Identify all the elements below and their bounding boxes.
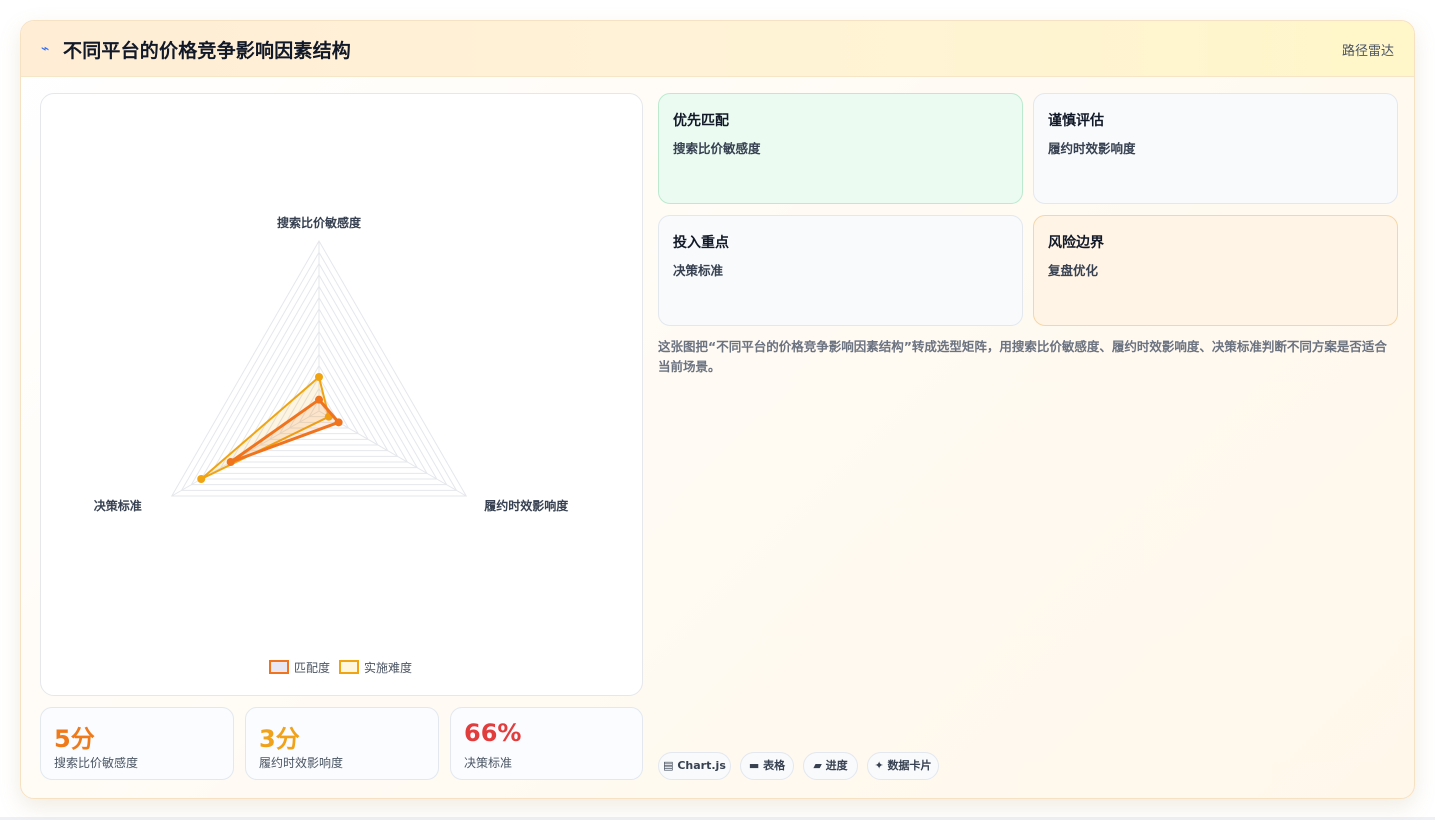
tile-investment-focus: 投入重点 决策标准	[658, 215, 1023, 326]
radar-data-point	[226, 458, 235, 466]
sparkle-icon: ✦	[874, 759, 884, 772]
chip-chartjs[interactable]: ▤ Chart.js	[658, 752, 731, 780]
radar-chart-panel: 搜索比价敏感度履约时效影响度 决策标准匹配度 实施难度	[40, 93, 643, 696]
tile-title: 投入重点	[673, 235, 729, 251]
chip-data-card[interactable]: ✦ 数据卡片	[867, 752, 939, 780]
kpi-value: 3分	[259, 725, 300, 753]
legend-swatch	[269, 660, 289, 674]
chip-progress[interactable]: ▰ 进度	[803, 752, 858, 780]
mode-label: 路径雷达	[1341, 44, 1394, 59]
tile-title: 谨慎评估	[1048, 113, 1104, 129]
page-title: 不同平台的价格竞争影响因素结构	[63, 40, 352, 62]
kpi-card-search: 5分 搜索比价敏感度	[40, 707, 234, 780]
radar-axis-label: 搜索比价敏感度	[277, 215, 362, 230]
radar-data-point	[315, 373, 323, 381]
chip-label: 数据卡片	[887, 759, 932, 772]
tile-careful-evaluation: 谨慎评估 履约时效影响度	[1033, 93, 1398, 204]
card-header: ⌁ 不同平台的价格竞争影响因素结构 路径雷达	[21, 21, 1414, 77]
table-icon: ▬	[748, 759, 760, 772]
radar-data-point	[315, 395, 323, 404]
radar-data-point	[197, 475, 206, 483]
tile-risk-boundary: 风险边界 复盘优化	[1033, 215, 1398, 326]
chip-label: Chart.js	[677, 759, 726, 772]
kpi-card-fulfillment: 3分 履约时效影响度	[245, 707, 439, 780]
pulse-icon: ⌁	[41, 41, 50, 57]
kpi-value: 66%	[464, 719, 522, 747]
kpi-value: 5分	[54, 725, 95, 753]
tile-title: 风险边界	[1048, 235, 1104, 251]
tile-priority-match: 优先匹配 搜索比价敏感度	[658, 93, 1023, 204]
radar-data-point	[334, 418, 343, 427]
radar-axis-label: 决策标准	[94, 498, 142, 513]
chip-table[interactable]: ▬ 表格	[740, 752, 794, 780]
chip-label: 进度	[825, 759, 848, 772]
chip-label: 表格	[763, 759, 786, 772]
chart-description: 这张图把“不同平台的价格竞争影响因素结构”转成选型矩阵，用搜索比价敏感度、履约时…	[658, 339, 1387, 374]
progress-icon: ▰	[813, 759, 822, 772]
dashboard-card: ⌁ 不同平台的价格竞争影响因素结构 路径雷达 搜索比价敏感度 履约时效影响度 决策标…	[20, 20, 1415, 799]
radar-axis-label: 履约时效影响度	[483, 498, 569, 513]
kpi-label: 履约时效影响度	[259, 756, 344, 770]
legend-label: 匹配度	[294, 660, 330, 675]
kpi-card-decision: 66% 决策标准	[450, 707, 643, 780]
legend-label: 实施难度	[364, 660, 412, 675]
tile-text: 履约时效影响度	[1048, 141, 1136, 156]
kpi-label: 搜索比价敏感度	[54, 756, 139, 770]
legend-swatch	[339, 660, 359, 674]
tile-title: 优先匹配	[673, 113, 729, 129]
chart-icon: ▤	[663, 759, 674, 772]
kpi-label: 决策标准	[464, 756, 513, 770]
tile-text: 搜索比价敏感度	[673, 141, 761, 156]
radar-chart: 搜索比价敏感度履约时效影响度 决策标准匹配度 实施难度	[94, 215, 569, 675]
tile-text: 决策标准	[673, 263, 724, 278]
tile-text: 复盘优化	[1048, 263, 1099, 278]
